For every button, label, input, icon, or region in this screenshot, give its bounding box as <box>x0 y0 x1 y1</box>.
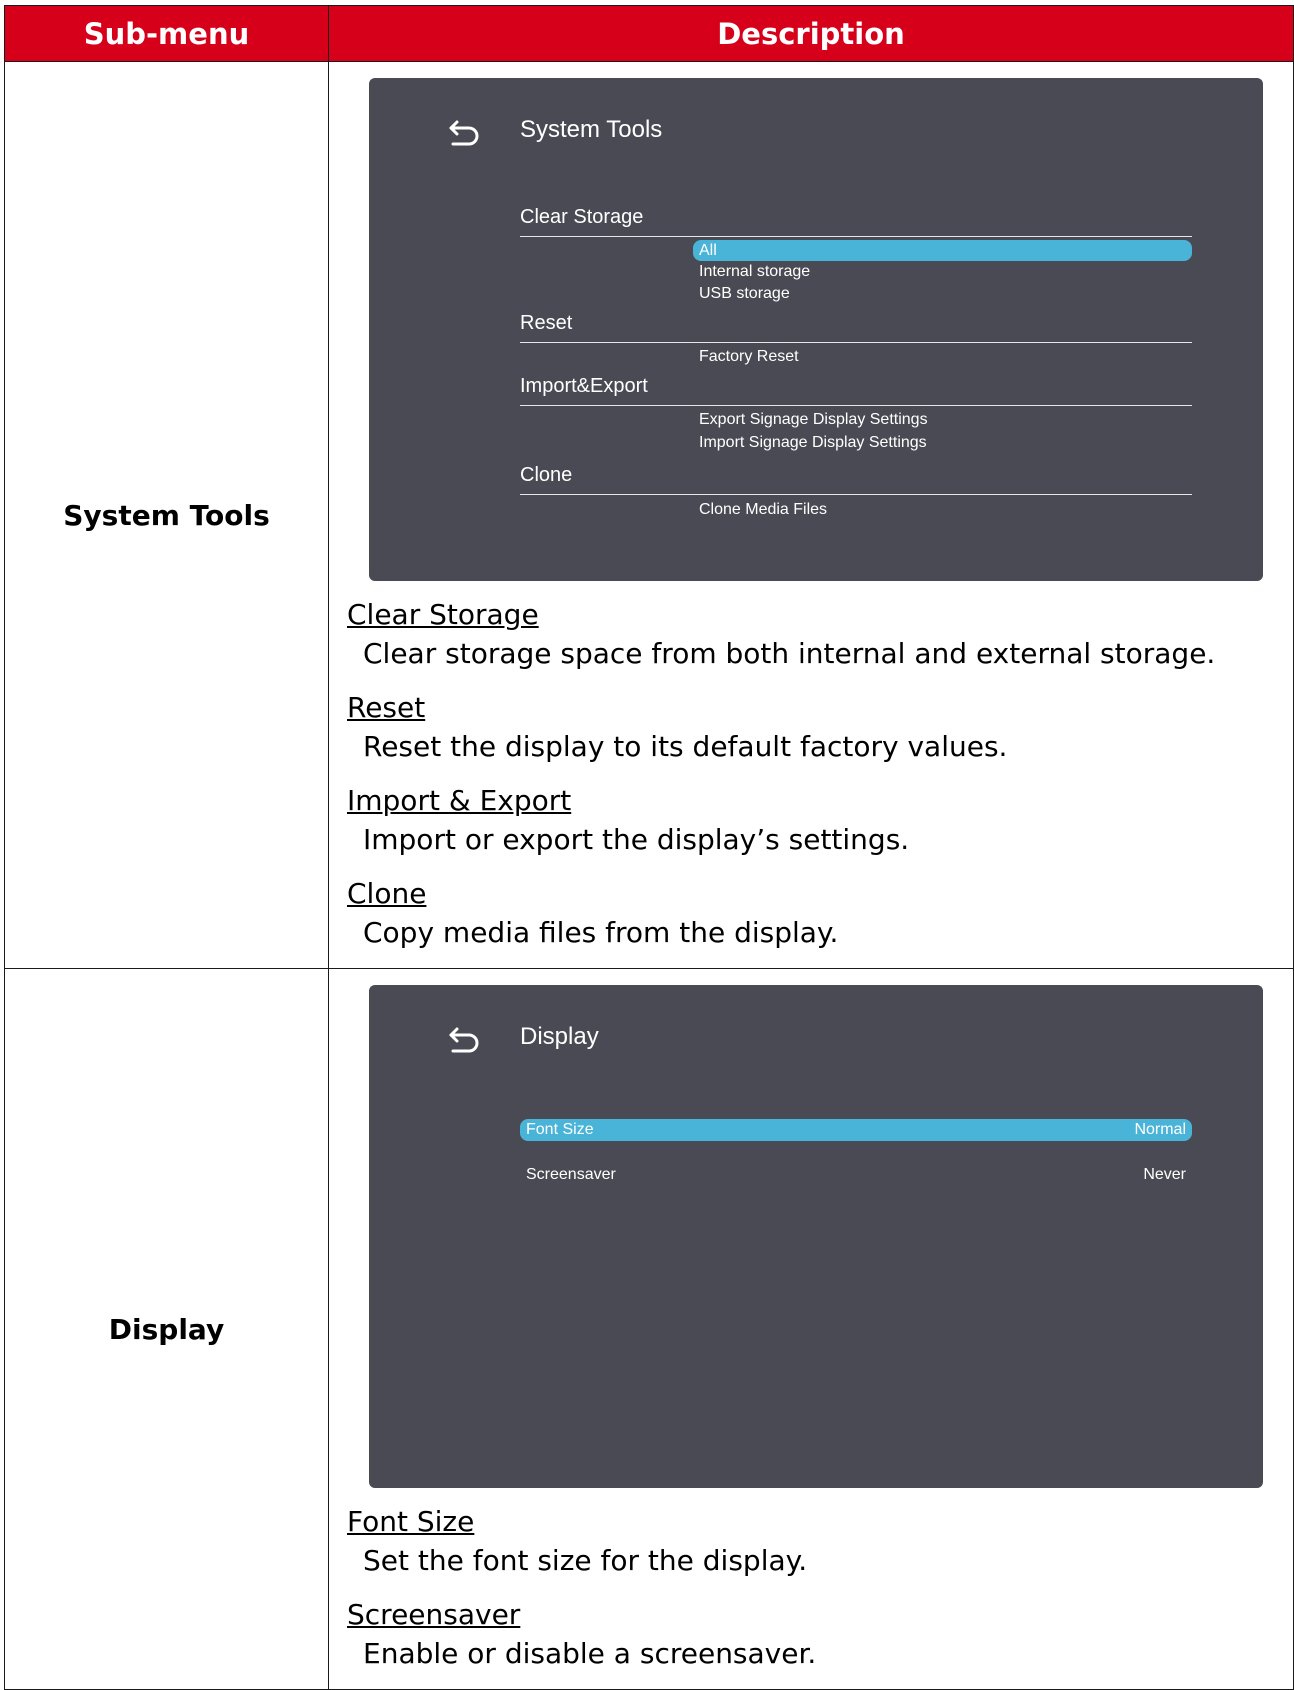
description-cell: System Tools Clear Storage All Internal … <box>328 61 1294 969</box>
note-heading: Import & Export <box>347 784 572 817</box>
option-clone-media-files[interactable]: Clone Media Files <box>699 501 827 519</box>
back-arrow-icon[interactable] <box>447 116 485 150</box>
option-internal-storage[interactable]: Internal storage <box>699 263 810 281</box>
note-text: Clear storage space from both internal a… <box>363 637 1216 670</box>
option-usb-storage[interactable]: USB storage <box>699 285 790 303</box>
note-text: Enable or disable a screensaver. <box>363 1637 817 1670</box>
setting-label: Font Size <box>526 1121 594 1138</box>
setting-value: Never <box>1143 1166 1186 1183</box>
description-cell: Display Font Size Normal Screensaver Nev… <box>328 968 1294 1690</box>
option-all[interactable]: All <box>693 240 1192 261</box>
display-screenshot: Display Font Size Normal Screensaver Nev… <box>369 985 1263 1488</box>
section-clone: Clone <box>520 464 573 486</box>
note-text: Set the font size for the display. <box>363 1544 808 1577</box>
divider <box>520 494 1192 495</box>
option-export-settings[interactable]: Export Signage Display Settings <box>699 411 928 429</box>
note-heading: Reset <box>347 691 426 724</box>
back-arrow-icon[interactable] <box>447 1023 485 1057</box>
setting-font-size[interactable]: Font Size Normal <box>520 1119 1192 1141</box>
notes-list: Clear Storage Clear storage space from b… <box>347 596 1293 953</box>
system-tools-screenshot: System Tools Clear Storage All Internal … <box>369 78 1263 581</box>
note-heading: Screensaver <box>347 1598 521 1631</box>
divider <box>520 236 1192 237</box>
note-text: Reset the display to its default factory… <box>363 730 1008 763</box>
table-header-row: Sub-menu Description <box>4 5 1294 62</box>
submenu-name: System Tools <box>4 61 329 969</box>
table-row-display: Display Display Font Size Normal Screens… <box>4 968 1294 1690</box>
setting-screensaver[interactable]: Screensaver Never <box>520 1164 1192 1186</box>
note-heading: Clone <box>347 877 427 910</box>
option-import-settings[interactable]: Import Signage Display Settings <box>699 434 927 452</box>
note-heading: Clear Storage <box>347 598 539 631</box>
section-import-export: Import&Export <box>520 375 648 397</box>
note-text: Copy media files from the display. <box>363 916 839 949</box>
setting-value: Normal <box>1134 1121 1186 1138</box>
setting-label: Screensaver <box>526 1166 616 1183</box>
table-row-system-tools: System Tools System Tools Clear Storage … <box>4 61 1294 969</box>
note-heading: Font Size <box>347 1505 475 1538</box>
section-clear-storage: Clear Storage <box>520 206 644 228</box>
divider <box>520 342 1192 343</box>
section-reset: Reset <box>520 312 573 334</box>
divider <box>520 405 1192 406</box>
submenu-name: Display <box>4 968 329 1690</box>
submenu-table: Sub-menu Description System Tools System… <box>4 5 1294 1690</box>
header-description: Description <box>328 5 1294 62</box>
screen-title: Display <box>520 1023 599 1050</box>
header-submenu: Sub-menu <box>4 5 329 62</box>
notes-list: Font Size Set the font size for the disp… <box>347 1503 1293 1674</box>
option-factory-reset[interactable]: Factory Reset <box>699 348 799 366</box>
screen-title: System Tools <box>520 116 663 143</box>
note-text: Import or export the display’s settings. <box>363 823 910 856</box>
